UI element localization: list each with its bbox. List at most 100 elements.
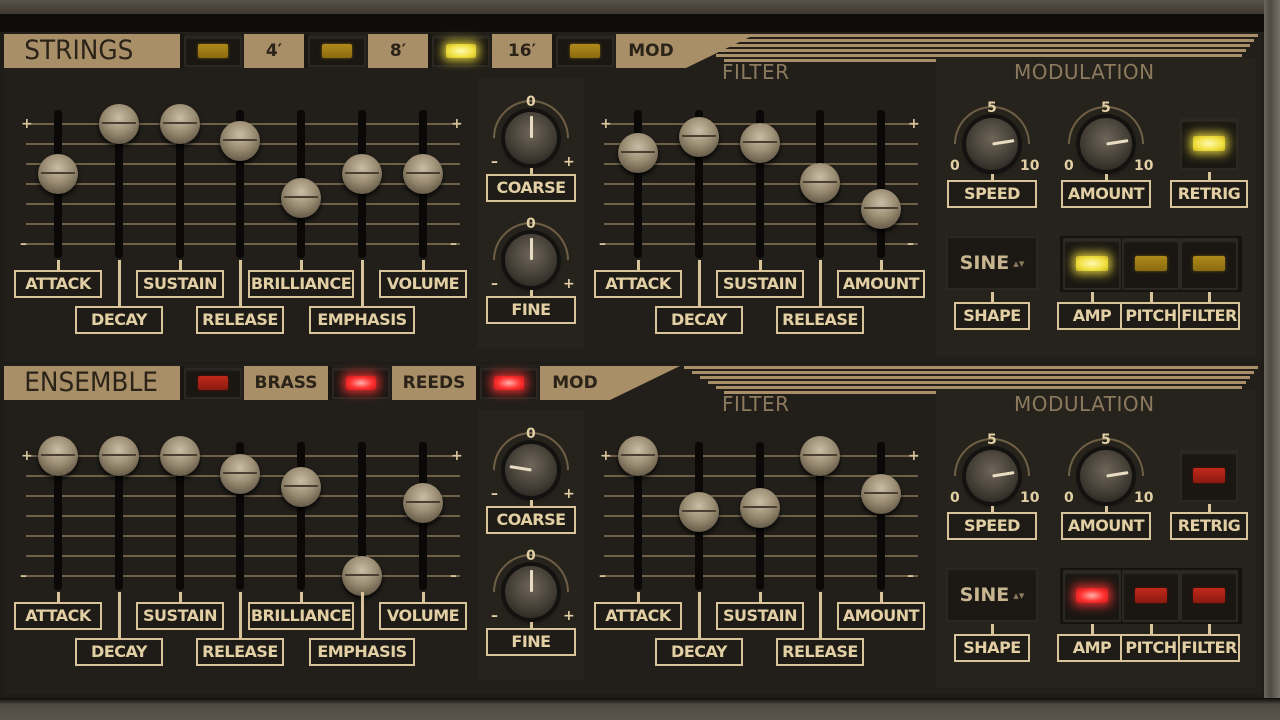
header-button-label: 16′	[507, 41, 537, 61]
slider-brilliance-handle[interactable]	[281, 467, 321, 508]
mod-target-pitch-button[interactable]	[1122, 238, 1180, 290]
slider-decay-handle[interactable]	[99, 436, 139, 476]
filter-slider-release-handle[interactable]	[800, 436, 840, 476]
label-connector	[759, 592, 762, 602]
mod-target-amp-button[interactable]	[1063, 238, 1121, 290]
knob-minus-mark: –	[491, 486, 498, 502]
led-indicator	[1193, 256, 1225, 271]
filter-slider-amount-track[interactable]	[877, 110, 885, 258]
amount-label: AMOUNT	[1061, 180, 1151, 208]
label-connector	[179, 592, 182, 602]
label-connector	[57, 592, 60, 602]
slider-brilliance-handle[interactable]	[281, 178, 321, 219]
fine-label: FINE	[486, 296, 576, 324]
amount-knob[interactable]	[1080, 450, 1132, 502]
slider-sustain-handle[interactable]	[160, 104, 200, 144]
filter-slider-attack-handle[interactable]	[618, 436, 658, 476]
slider-decay-label: DECAY	[75, 306, 163, 334]
slider-emphasis-handle[interactable]	[342, 556, 382, 596]
fine-knob[interactable]	[505, 234, 557, 286]
label-connector	[179, 260, 182, 270]
coarse-knob[interactable]	[505, 112, 557, 164]
slider-sustain-label: SUSTAIN	[136, 270, 224, 298]
coarse-knob[interactable]	[505, 444, 557, 496]
slider-brilliance-track[interactable]	[297, 442, 305, 590]
filter-slider-decay-handle[interactable]	[679, 492, 719, 533]
filter-slider-sustain-handle[interactable]	[740, 487, 780, 528]
label-connector	[819, 592, 822, 638]
header-button-mod[interactable]	[480, 368, 538, 399]
shape-label: SHAPE	[954, 302, 1030, 330]
scale-minus: –	[20, 568, 27, 584]
led-indicator	[494, 376, 524, 390]
scale-plus: +	[600, 116, 612, 132]
scale-minus: –	[907, 236, 914, 252]
filter-slider-release-handle[interactable]	[800, 162, 840, 203]
slider-emphasis-handle[interactable]	[342, 154, 382, 195]
label-connector	[361, 260, 364, 306]
filter-slider-decay-handle[interactable]	[679, 117, 719, 158]
mod-target-filter-label: FILTER	[1178, 302, 1240, 330]
slider-attack-handle[interactable]	[38, 436, 78, 476]
mod-target-pitch-label: PITCH	[1120, 302, 1182, 330]
slider-release-handle[interactable]	[220, 454, 260, 494]
led-indicator	[1193, 588, 1225, 603]
ensemble-section: ENSEMBLE BRASS REEDS MOD + + – – ATTACK DECAY SUST…	[4, 364, 1262, 694]
amount-knob[interactable]	[1080, 118, 1132, 170]
fine-knob[interactable]	[505, 566, 557, 618]
slider-volume-handle[interactable]	[403, 482, 443, 523]
knob-mid-mark: 5	[1101, 432, 1111, 448]
filter-slider-sustain-label: SUSTAIN	[716, 270, 804, 298]
slider-sustain-handle[interactable]	[160, 436, 200, 476]
led-indicator	[1193, 468, 1225, 483]
label-connector	[118, 260, 121, 306]
retrig-button[interactable]	[1180, 118, 1238, 170]
slider-attack-label: ATTACK	[14, 270, 102, 298]
scale-plus: +	[21, 448, 33, 464]
knob-plus-mark: +	[563, 154, 575, 170]
knob-minus-mark: –	[491, 154, 498, 170]
knob-pointer	[509, 465, 532, 472]
shape-value: SINE	[959, 252, 1010, 274]
slider-decay-handle[interactable]	[99, 104, 139, 144]
shape-selector[interactable]: SINE ▴▾	[946, 568, 1038, 622]
filter-slider-amount-handle[interactable]	[861, 189, 901, 230]
filter-slider-attack-handle[interactable]	[618, 132, 658, 173]
knob-max-mark: 10	[1134, 490, 1154, 506]
led-indicator	[1076, 256, 1108, 271]
label-connector	[422, 260, 425, 270]
filter-slider-sustain-handle[interactable]	[740, 123, 780, 164]
fine-label: FINE	[486, 628, 576, 656]
knob-zero-mark: 0	[526, 548, 536, 564]
filter-slider-decay-label: DECAY	[655, 638, 743, 666]
slider-release-handle[interactable]	[220, 120, 260, 161]
filter-title: FILTER	[722, 60, 790, 84]
filter-slider-decay-label: DECAY	[655, 306, 743, 334]
mod-target-filter-button[interactable]	[1180, 570, 1238, 622]
speed-knob[interactable]	[966, 450, 1018, 502]
filter-slider-release-label: RELEASE	[776, 638, 864, 666]
led-indicator	[1076, 588, 1108, 603]
mod-target-filter-button[interactable]	[1180, 238, 1238, 290]
slider-volume-handle[interactable]	[403, 154, 443, 195]
slider-attack-handle[interactable]	[38, 154, 78, 195]
knob-plus-mark: +	[563, 608, 575, 624]
knob-zero-mark: 0	[526, 216, 536, 232]
scale-plus: +	[908, 116, 920, 132]
filter-slider-attack-label: ATTACK	[594, 270, 682, 298]
scale-plus: +	[21, 116, 33, 132]
knob-minus-mark: –	[491, 608, 498, 624]
speed-knob[interactable]	[966, 118, 1018, 170]
led-indicator	[1135, 588, 1167, 603]
filter-slider-amount-handle[interactable]	[861, 474, 901, 515]
envelope-group: + + – – ATTACK DECAY SUSTAIN RELEASE BRILLIANCE E…	[4, 364, 474, 694]
retrig-button[interactable]	[1180, 450, 1238, 502]
mod-target-pitch-button[interactable]	[1122, 570, 1180, 622]
speed-label: SPEED	[947, 512, 1037, 540]
label-connector	[300, 260, 303, 270]
mod-target-amp-button[interactable]	[1063, 570, 1121, 622]
filter-slider-amount-track[interactable]	[877, 442, 885, 590]
slider-release-label: RELEASE	[196, 638, 284, 666]
shape-selector[interactable]: SINE ▴▾	[946, 236, 1038, 290]
right-scrollbar[interactable]	[1264, 0, 1280, 720]
